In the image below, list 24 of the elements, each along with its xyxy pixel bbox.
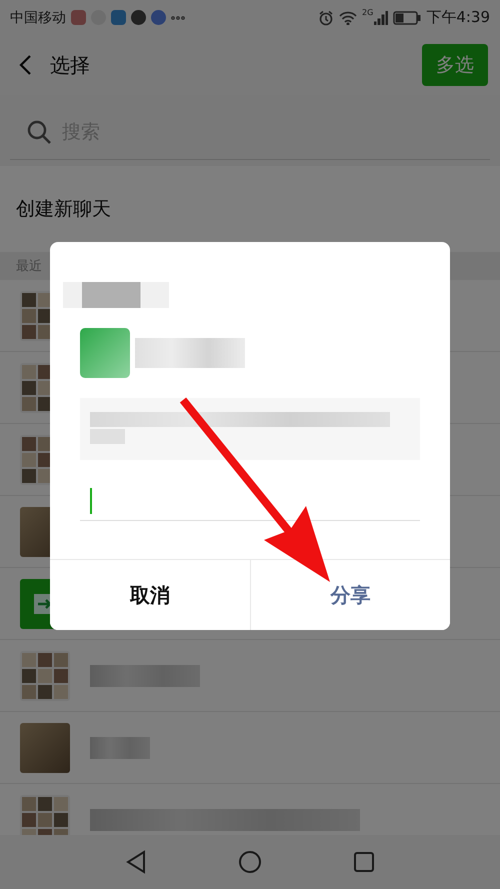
back-triangle-icon[interactable] [125,850,148,874]
new-chat-item[interactable]: 创建新聊天 [0,166,500,252]
app-icon [80,328,130,378]
home-circle-icon[interactable] [238,850,262,874]
signal-icon [374,10,388,24]
battery-icon [393,10,422,24]
app-notification-icon [71,10,86,25]
share-button[interactable]: 分享 [250,560,450,630]
recents-square-icon[interactable] [352,851,375,873]
alarm-icon [318,10,334,26]
wifi-icon [339,10,358,24]
carrier-name: 中国移动 [10,8,66,26]
app-notification-icon [151,10,166,25]
more-dots-icon [171,16,185,20]
network-type: 2G [362,8,374,17]
search-icon [26,119,52,145]
page-title: 选择 [50,52,90,78]
app-notification-icon [131,10,146,25]
redacted-name [90,736,150,758]
photo-placeholder [20,722,70,772]
back-icon[interactable] [18,54,32,76]
group-avatar [20,650,70,700]
clock-time: 下午4:39 [426,8,490,27]
text-cursor [90,488,92,514]
